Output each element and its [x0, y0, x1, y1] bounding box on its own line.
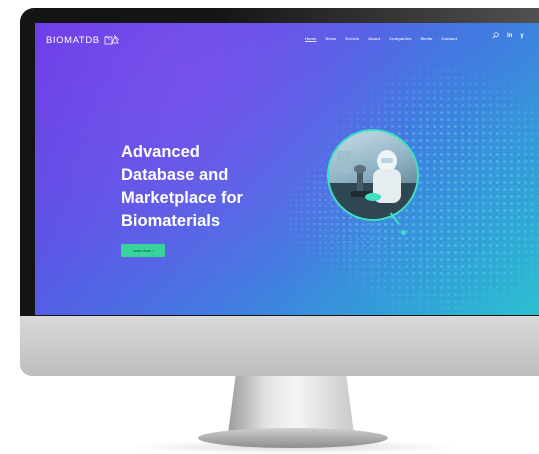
nav-media[interactable]: Media	[421, 36, 433, 41]
nav-news[interactable]: News	[326, 36, 337, 41]
learn-more-button[interactable]: Learn more ›	[121, 244, 165, 257]
lab-researcher-photo	[327, 129, 419, 221]
linkedin-icon[interactable]: in	[507, 33, 512, 39]
hero-title-line: Biomaterials	[121, 212, 221, 230]
nav-about[interactable]: About	[368, 36, 380, 41]
nav-icons: in y	[492, 32, 524, 39]
hero-title-line: Advanced	[121, 143, 200, 161]
photo-illustration	[329, 150, 417, 219]
photo-connector-dot	[401, 230, 406, 235]
brand-name[interactable]: BIOMATDB	[46, 35, 100, 46]
twitter-icon[interactable]: y	[520, 33, 523, 39]
main-nav: Home News Events About Companies Media C…	[305, 36, 457, 41]
nav-events[interactable]: Events	[345, 36, 359, 41]
hero-title-line: Database and	[121, 166, 229, 184]
nav-companies[interactable]: Companies	[389, 36, 411, 41]
search-icon[interactable]	[492, 32, 499, 39]
nav-home[interactable]: Home	[305, 36, 317, 41]
website-screen: BIOMATDB Home News Events About Companie…	[35, 23, 539, 315]
biomatdb-logo-icon	[104, 34, 119, 45]
brand[interactable]: BIOMATDB	[46, 34, 120, 46]
nav-contact[interactable]: Contact	[441, 36, 457, 41]
hero-title-line: Marketplace for	[121, 189, 243, 207]
monitor-stand-neck	[228, 376, 354, 434]
monitor-stand-base	[198, 428, 388, 448]
hero-title: Advanced Database and Marketplace for Bi…	[121, 141, 301, 233]
monitor-chin	[20, 316, 539, 376]
